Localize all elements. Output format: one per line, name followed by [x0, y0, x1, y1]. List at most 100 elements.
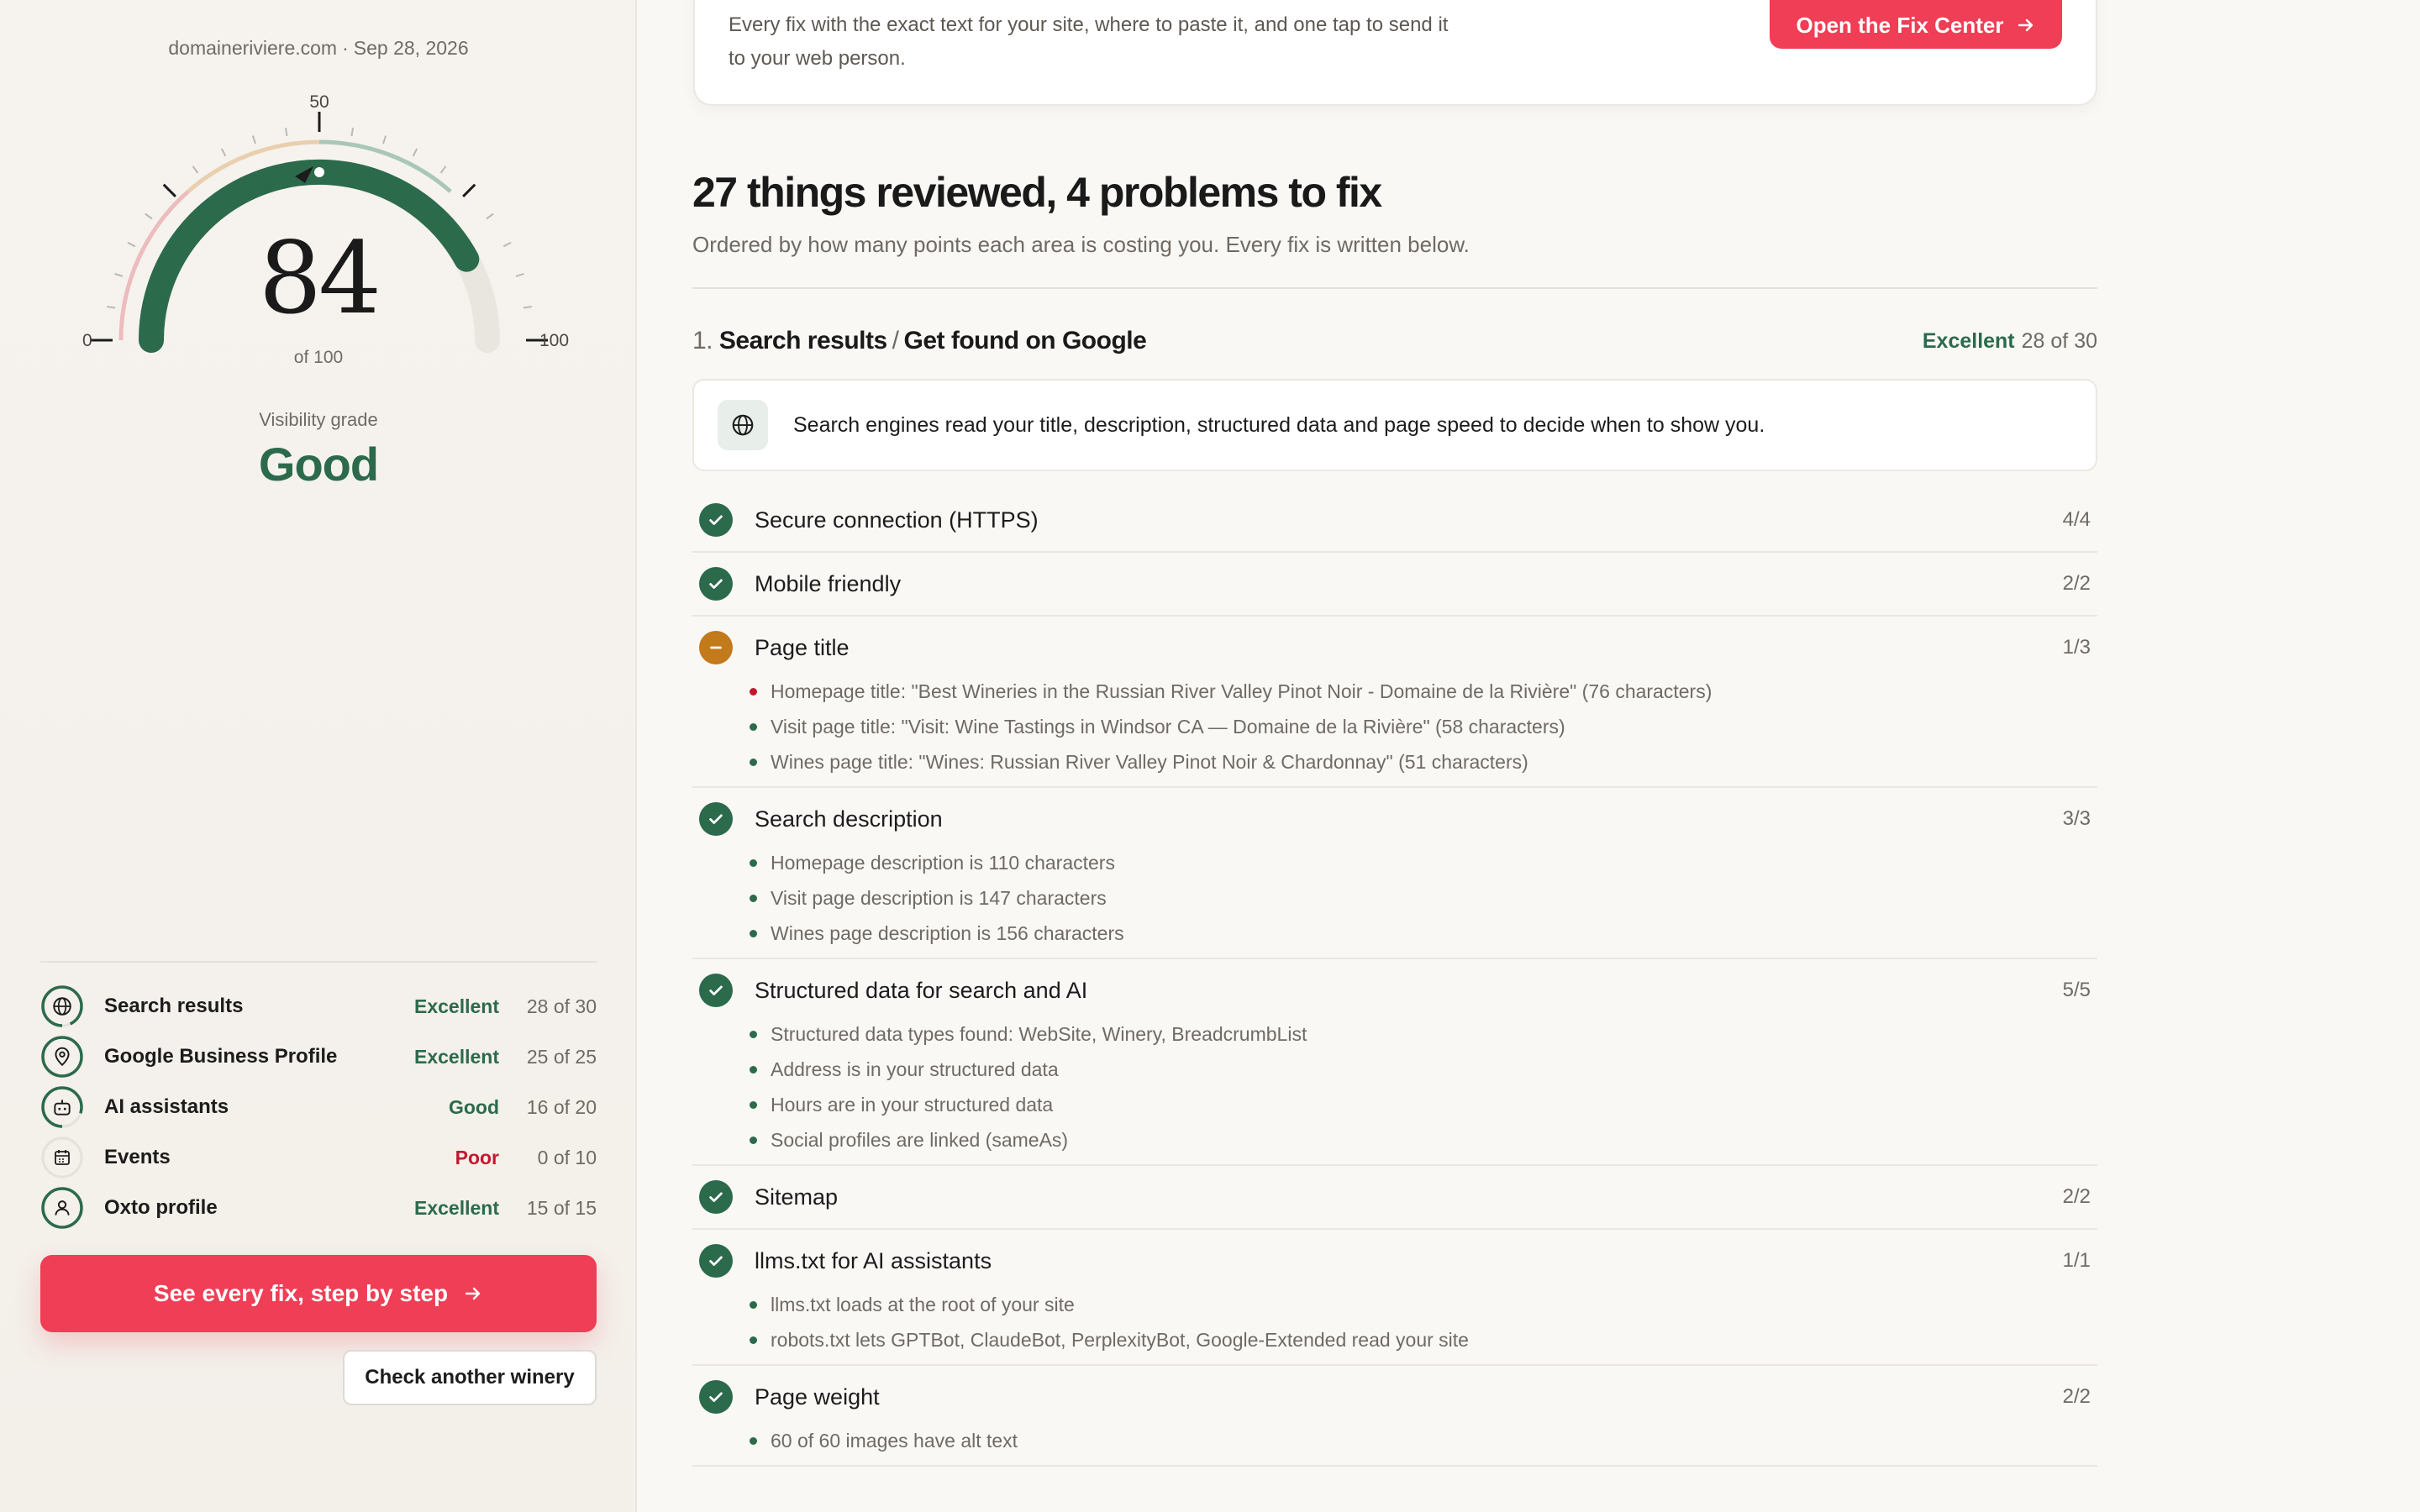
check-name: Sitemap	[755, 1184, 839, 1210]
problem-bullet	[750, 687, 757, 696]
report-sidebar: domaineriviere.com · Sep 28, 2026 0 50 100…	[0, 0, 637, 1512]
check-score: 1/3	[2062, 636, 2091, 659]
category-row-oxto-profile[interactable]: Oxto profile Excellent 15 of 15	[40, 1183, 597, 1233]
section-title-secondary: Get found on Google	[903, 327, 1147, 354]
gauge-tick	[284, 127, 288, 137]
check-item: Structured data for search and AI 5/5 Stru…	[692, 959, 2097, 1166]
check-name: Mobile friendly	[755, 570, 902, 596]
check-list: Secure connection (HTTPS) 4/4 Mobile frien…	[692, 489, 2097, 1467]
check-another-winery-button[interactable]: Check another winery	[343, 1350, 597, 1405]
check-score: 3/3	[2062, 807, 2091, 830]
fix-center-description: Every fix with the exact text for your s…	[729, 13, 1449, 70]
check-detail-item: robots.txt lets GPTBot, ClaudeBot, Perpl…	[750, 1322, 2097, 1357]
section-grade: Excellent	[1922, 328, 2015, 353]
check-pass-icon	[699, 1180, 733, 1214]
check-detail-text: Visit page title: "Visit: Wine Tastings …	[771, 715, 1565, 738]
section-score: 28 of 30	[2021, 328, 2097, 353]
section-title: 1. Search results / Get found on Google	[692, 327, 1923, 355]
check-detail-text: 60 of 60 images have alt text	[771, 1429, 1018, 1452]
check-header[interactable]: Page weight 2/2	[692, 1366, 2097, 1428]
check-item: Page title 1/3 Homepage title: "Best Winer…	[692, 617, 2097, 788]
check-detail-item: Homepage title: "Best Wineries in the Ru…	[750, 674, 2097, 709]
check-pass-icon	[699, 802, 733, 836]
check-header[interactable]: Secure connection (HTTPS) 4/4	[692, 489, 2097, 551]
pass-bullet	[750, 858, 757, 867]
gauge-mid-label: 50	[309, 92, 329, 112]
check-details: Homepage title: "Best Wineries in the Ru…	[692, 674, 2097, 786]
check-item: Secure connection (HTTPS) 4/4	[692, 489, 2097, 553]
category-score: 15 of 15	[526, 1196, 597, 1219]
pass-bullet	[750, 1136, 757, 1144]
check-header[interactable]: llms.txt for AI assistants 1/1	[692, 1230, 2097, 1292]
check-detail-item: Social profiles are linked (sameAs)	[750, 1122, 2097, 1158]
check-score: 2/2	[2062, 1185, 2091, 1208]
gauge-tick	[382, 135, 387, 144]
gauge-tick	[439, 165, 447, 174]
check-header[interactable]: Structured data for search and AI 5/5	[692, 959, 2097, 1021]
check-details: Homepage description is 110 characters Vi…	[692, 845, 2097, 958]
arrow-right-icon	[465, 1287, 481, 1300]
site-meta: domaineriviere.com · Sep 28, 2026	[0, 37, 637, 60]
check-name: Page weight	[755, 1383, 880, 1410]
category-grade: Excellent	[414, 1045, 499, 1068]
gauge-tick	[412, 148, 418, 157]
check-pass-icon	[699, 503, 733, 537]
summary-headline: 27 things reviewed, 4 problems to fix	[692, 169, 1382, 216]
check-score: 5/5	[2062, 979, 2091, 1001]
grade-label: Visibility grade	[259, 409, 378, 430]
check-score: 1/1	[2062, 1249, 2091, 1272]
check-detail-item: Homepage description is 110 characters	[750, 845, 2097, 880]
check-detail-item: 60 of 60 images have alt text	[750, 1423, 2097, 1458]
user-icon	[55, 1200, 70, 1215]
category-row-google-business-profile[interactable]: Google Business Profile Excellent 25 of …	[40, 1032, 597, 1082]
info-icon-tile	[718, 400, 768, 450]
category-row-events[interactable]: Events Poor 0 of 10	[40, 1132, 597, 1183]
check-header[interactable]: Sitemap 2/2	[692, 1166, 2097, 1228]
check-item: Sitemap 2/2	[692, 1166, 2097, 1230]
see-every-fix-button[interactable]: See every fix, step by step	[40, 1255, 597, 1332]
pass-bullet	[750, 1030, 757, 1038]
check-name: llms.txt for AI assistants	[755, 1247, 992, 1273]
summary-subhead: Ordered by how many points each area is …	[692, 232, 1470, 257]
check-item: Page weight 2/2 60 of 60 images have alt t…	[692, 1366, 2097, 1467]
arrow-right-icon	[2018, 18, 2033, 32]
category-name: Google Business Profile	[104, 1045, 338, 1068]
open-fix-center-button[interactable]: Open the Fix Center	[1770, 0, 2062, 49]
pass-bullet	[750, 929, 757, 937]
check-score: 2/2	[2062, 1385, 2091, 1408]
gauge-tick	[220, 148, 227, 157]
check-name: Page title	[755, 634, 850, 660]
category-progress-ring	[40, 1085, 84, 1129]
category-score: 25 of 25	[526, 1045, 597, 1068]
check-header[interactable]: Mobile friendly 2/2	[692, 553, 2097, 615]
pass-bullet	[750, 758, 757, 766]
category-progress-ring	[40, 1136, 84, 1179]
check-header[interactable]: Page title 1/3	[692, 617, 2097, 679]
check-details: Structured data types found: WebSite, Wi…	[692, 1016, 2097, 1164]
pass-bullet	[750, 894, 757, 902]
check-header[interactable]: Search description 3/3	[692, 788, 2097, 850]
category-row-ai-assistants[interactable]: AI assistants Good 16 of 20	[40, 1082, 597, 1132]
check-detail-item: llms.txt loads at the root of your site	[750, 1287, 2097, 1322]
section-number: 1.	[692, 327, 713, 354]
map-pin-icon	[55, 1047, 70, 1067]
category-row-search-results[interactable]: Search results Excellent 28 of 30	[40, 981, 597, 1032]
category-progress-ring	[40, 984, 84, 1028]
check-detail-item: Address is in your structured data	[750, 1052, 2097, 1087]
category-name: AI assistants	[104, 1095, 229, 1118]
pass-bullet	[750, 1336, 757, 1344]
report-date: Sep 28, 2026	[353, 37, 469, 59]
check-score: 2/2	[2062, 572, 2091, 595]
calendar-icon	[55, 1150, 70, 1165]
check-pass-icon	[699, 974, 733, 1007]
score-max-label: of 100	[293, 348, 344, 367]
sidebar-divider	[40, 961, 597, 963]
gauge-tick	[251, 135, 256, 144]
check-detail-item: Visit page title: "Visit: Wine Tastings …	[750, 709, 2097, 744]
check-detail-item: Visit page description is 147 characters	[750, 880, 2097, 916]
check-name: Structured data for search and AI	[755, 977, 1088, 1003]
check-details: llms.txt loads at the root of your site r…	[692, 1287, 2097, 1364]
category-score: 28 of 30	[526, 995, 597, 1017]
check-detail-item: Wines page title: "Wines: Russian River …	[750, 744, 2097, 780]
check-name: Search description	[755, 806, 943, 832]
